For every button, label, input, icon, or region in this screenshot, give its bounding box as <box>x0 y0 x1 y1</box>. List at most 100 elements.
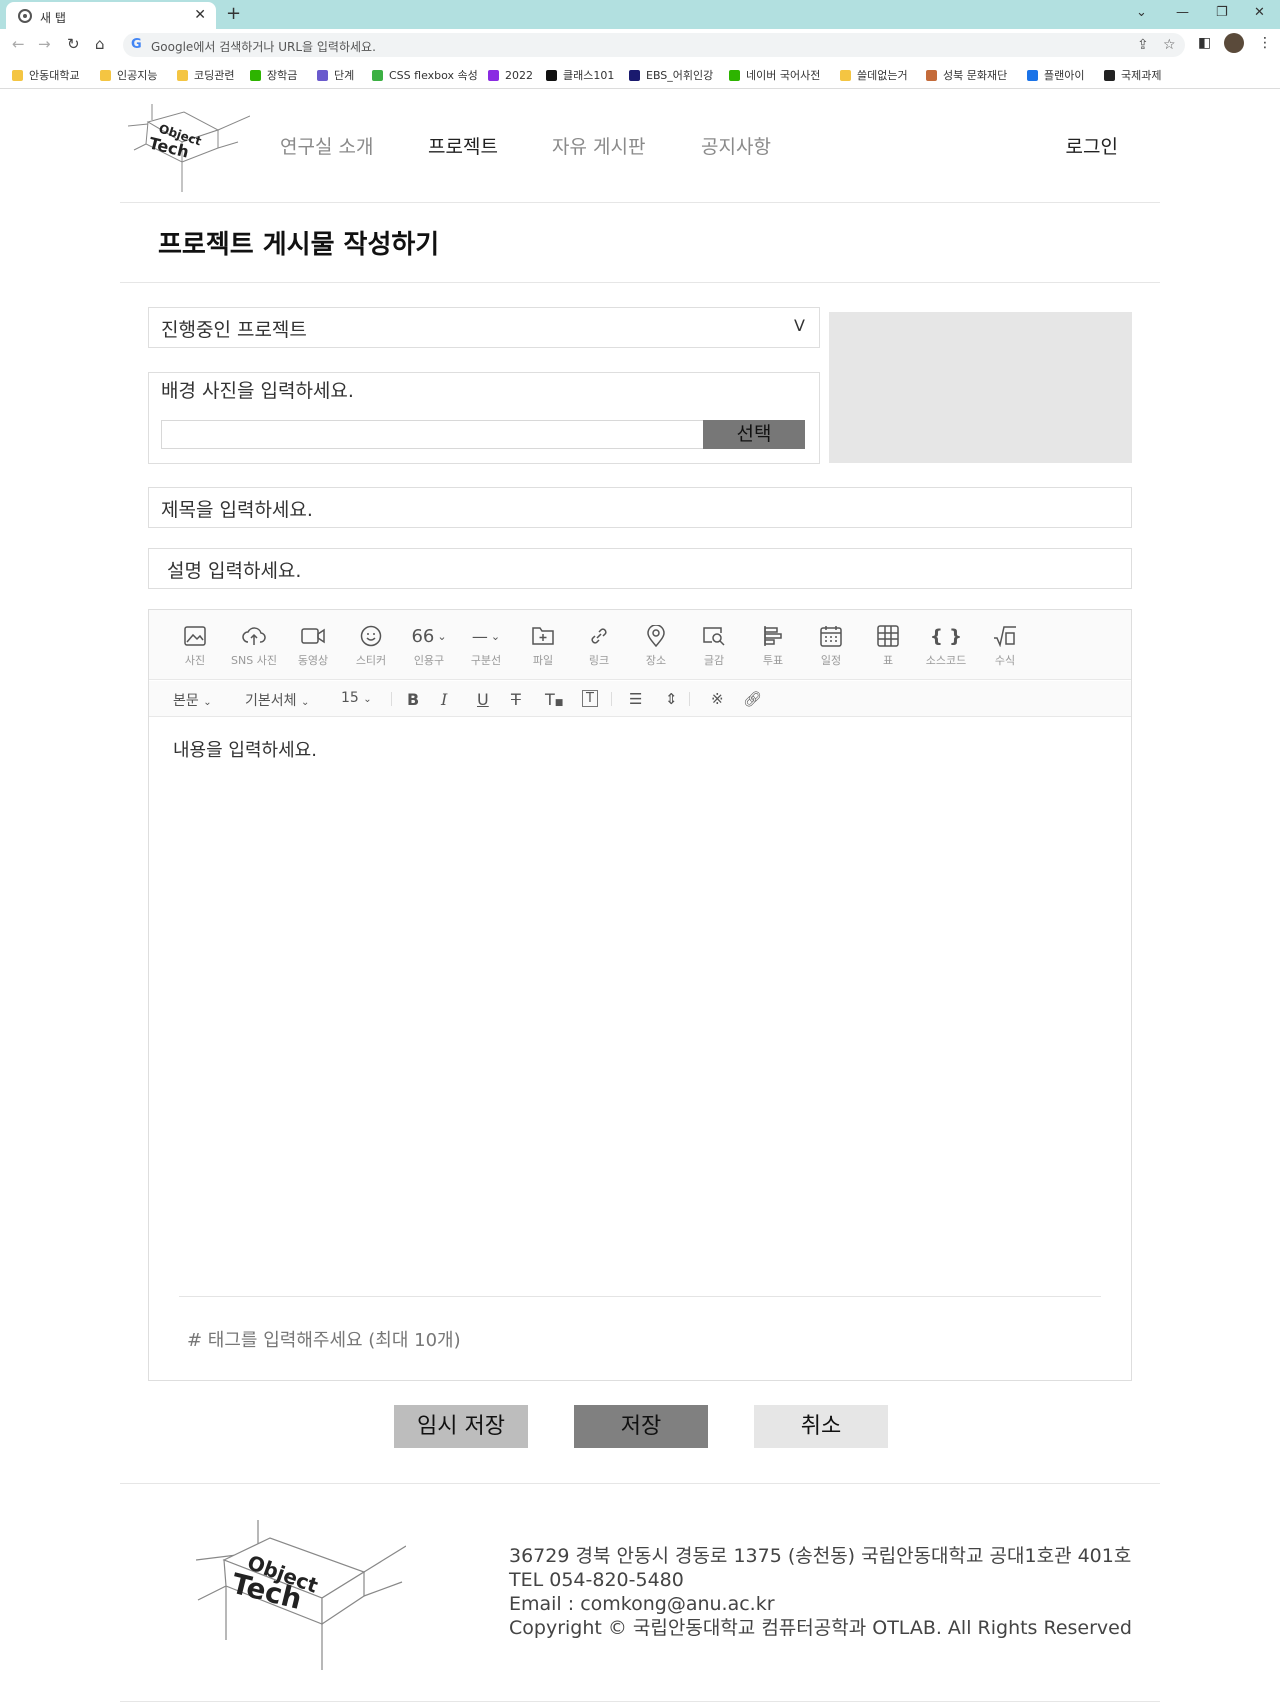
insert-link-icon[interactable]: 🔗︎ <box>743 690 762 708</box>
chevron-down-icon: ⌄ <box>363 694 372 705</box>
bookmark-label: 2022 <box>505 68 533 82</box>
tool-divider[interactable]: — ⌄ 구분선 <box>456 624 516 668</box>
browser-tab[interactable]: 새 탭 ✕ <box>6 2 216 29</box>
description-input[interactable]: 설명 입력하세요. <box>148 548 1132 589</box>
tool-link[interactable]: 링크 <box>569 624 629 668</box>
cancel-button[interactable]: 취소 <box>754 1405 888 1448</box>
bold-icon[interactable]: B <box>407 690 419 709</box>
bookmark-icon <box>546 69 557 81</box>
font-size-value: 15 <box>341 690 359 706</box>
tab-title: 새 탭 <box>40 11 66 25</box>
bottom-divider <box>120 1701 1160 1702</box>
bookmark-icon <box>317 69 328 81</box>
text-background-icon[interactable]: T <box>582 690 598 707</box>
bookmark-item[interactable]: 안동대학교 <box>12 67 80 83</box>
italic-icon[interactable]: I <box>441 690 447 709</box>
nav-projects[interactable]: 프로젝트 <box>428 132 498 159</box>
tool-quote[interactable]: 66 ⌄ 인용구 <box>399 624 459 668</box>
tab-search-icon[interactable]: ⌄ <box>1136 5 1147 20</box>
new-tab-button[interactable]: + <box>226 3 241 24</box>
tool-file[interactable]: 파일 <box>513 624 573 668</box>
tool-sns-photo[interactable]: SNS 사진 <box>224 624 284 668</box>
save-button[interactable]: 저장 <box>574 1405 708 1448</box>
strikethrough-icon[interactable]: T <box>511 690 521 709</box>
bookmark-star-icon[interactable]: ☆ <box>1163 37 1176 53</box>
text-color-icon[interactable]: T■ <box>545 690 563 709</box>
back-button[interactable]: ← <box>12 35 25 53</box>
side-panel-icon[interactable]: ◧ <box>1198 35 1211 51</box>
login-link[interactable]: 로그인 <box>1066 132 1118 159</box>
image-icon <box>165 624 225 648</box>
title-input[interactable]: 제목을 입력하세요. <box>148 487 1132 528</box>
bookmarks-bar: 안동대학교 인공지능 코딩관련 장학금 단계 CSS flexbox 속성 2022 클래스1… <box>0 61 1280 89</box>
tool-label: 구분선 <box>470 654 502 667</box>
toolbar-separator <box>391 692 392 706</box>
align-icon[interactable]: ☰ <box>629 690 642 708</box>
editor-insert-toolbar: 사진 SNS 사진 동영상 스티커 66 ⌄ 인용구 — ⌄ 구분선 파일 링크… <box>149 610 1131 680</box>
tool-sticker[interactable]: 스티커 <box>341 624 401 668</box>
bookmark-item[interactable]: 성북 문화재단 <box>926 67 1007 83</box>
bookmark-item[interactable]: EBS_어휘인강 <box>629 67 713 83</box>
tool-table[interactable]: 표 <box>858 624 918 668</box>
nav-lab-intro[interactable]: 연구실 소개 <box>280 132 373 159</box>
tab-close-icon[interactable]: ✕ <box>194 7 206 23</box>
nav-free-board[interactable]: 자유 게시판 <box>552 132 645 159</box>
bookmark-item[interactable]: 코딩관련 <box>177 67 234 83</box>
project-select[interactable]: 진행중인 프로젝트 V <box>148 307 820 348</box>
bookmark-item[interactable]: 플랜아이 <box>1027 67 1084 83</box>
bookmark-icon <box>729 69 740 81</box>
bookmark-item[interactable]: 장학금 <box>250 67 297 83</box>
paragraph-style-select[interactable]: 본문 ⌄ <box>173 690 212 710</box>
forward-button[interactable]: → <box>38 35 51 53</box>
bookmark-item[interactable]: 네이버 국어사전 <box>729 67 820 83</box>
title-input-placeholder: 제목을 입력하세요. <box>161 499 313 521</box>
underline-icon[interactable]: U <box>477 690 489 709</box>
tool-label: SNS 사진 <box>231 654 277 667</box>
tool-formula[interactable]: 수식 <box>975 624 1035 668</box>
tool-source-code[interactable]: { } 소스코드 <box>916 624 976 668</box>
bookmark-item[interactable]: 인공지능 <box>100 67 157 83</box>
tool-video[interactable]: 동영상 <box>283 624 343 668</box>
temp-save-button[interactable]: 임시 저장 <box>394 1405 528 1448</box>
bookmark-label: EBS_어휘인강 <box>646 69 714 82</box>
bookmark-item[interactable]: 2022 <box>488 67 533 83</box>
bookmark-item[interactable]: CSS flexbox 속성 <box>372 67 478 83</box>
smiley-icon <box>341 624 401 648</box>
chrome-icon <box>18 9 32 23</box>
project-select-value: 진행중인 프로젝트 <box>161 319 307 341</box>
bookmark-item[interactable]: 클래스101 <box>546 67 614 83</box>
close-window-button[interactable]: ✕ <box>1254 5 1265 20</box>
bookmark-icon <box>629 69 640 81</box>
menu-icon[interactable]: ⋮ <box>1258 35 1272 51</box>
bookmark-item[interactable]: 쓸데없는거 <box>840 67 908 83</box>
site-logo[interactable]: Object Tech <box>127 104 251 192</box>
share-icon[interactable]: ⇪ <box>1137 37 1149 53</box>
bookmark-item[interactable]: 단계 <box>317 67 354 83</box>
tool-vote[interactable]: 투표 <box>743 624 803 668</box>
bookmark-icon <box>1027 69 1038 81</box>
tool-label: 표 <box>882 654 894 667</box>
line-height-icon[interactable]: ⇕ <box>665 690 678 708</box>
tool-material[interactable]: 글감 <box>684 624 744 668</box>
tag-input[interactable]: # 태그를 입력해주세요 (최대 10개) <box>187 1326 461 1352</box>
home-button[interactable]: ⌂ <box>95 35 105 53</box>
tool-photo[interactable]: 사진 <box>165 624 225 668</box>
editor-content-area[interactable]: 내용을 입력하세요. <box>173 736 317 762</box>
nav-notices[interactable]: 공지사항 <box>701 132 771 159</box>
bookmark-label: 안동대학교 <box>29 69 80 82</box>
minimize-button[interactable]: — <box>1176 5 1189 20</box>
toolbar-separator <box>689 692 690 706</box>
restore-button[interactable]: ❐ <box>1216 5 1228 20</box>
tool-place[interactable]: 장소 <box>626 624 686 668</box>
bookmark-item[interactable]: 국제과제 <box>1104 67 1161 83</box>
address-bar[interactable]: G Google에서 검색하거나 URL을 입력하세요. ⇪ ☆ <box>123 33 1185 57</box>
profile-avatar[interactable] <box>1224 33 1244 53</box>
bg-photo-file-input[interactable] <box>161 420 709 449</box>
font-size-select[interactable]: 15 ⌄ <box>341 690 372 706</box>
font-family-select[interactable]: 기본서체 ⌄ <box>245 690 309 710</box>
tool-schedule[interactable]: 일정 <box>801 624 861 668</box>
square-root-icon <box>975 624 1035 648</box>
bg-photo-select-button[interactable]: 선택 <box>703 420 805 449</box>
special-char-icon[interactable]: ※ <box>711 690 724 708</box>
reload-button[interactable]: ↻ <box>67 35 80 53</box>
